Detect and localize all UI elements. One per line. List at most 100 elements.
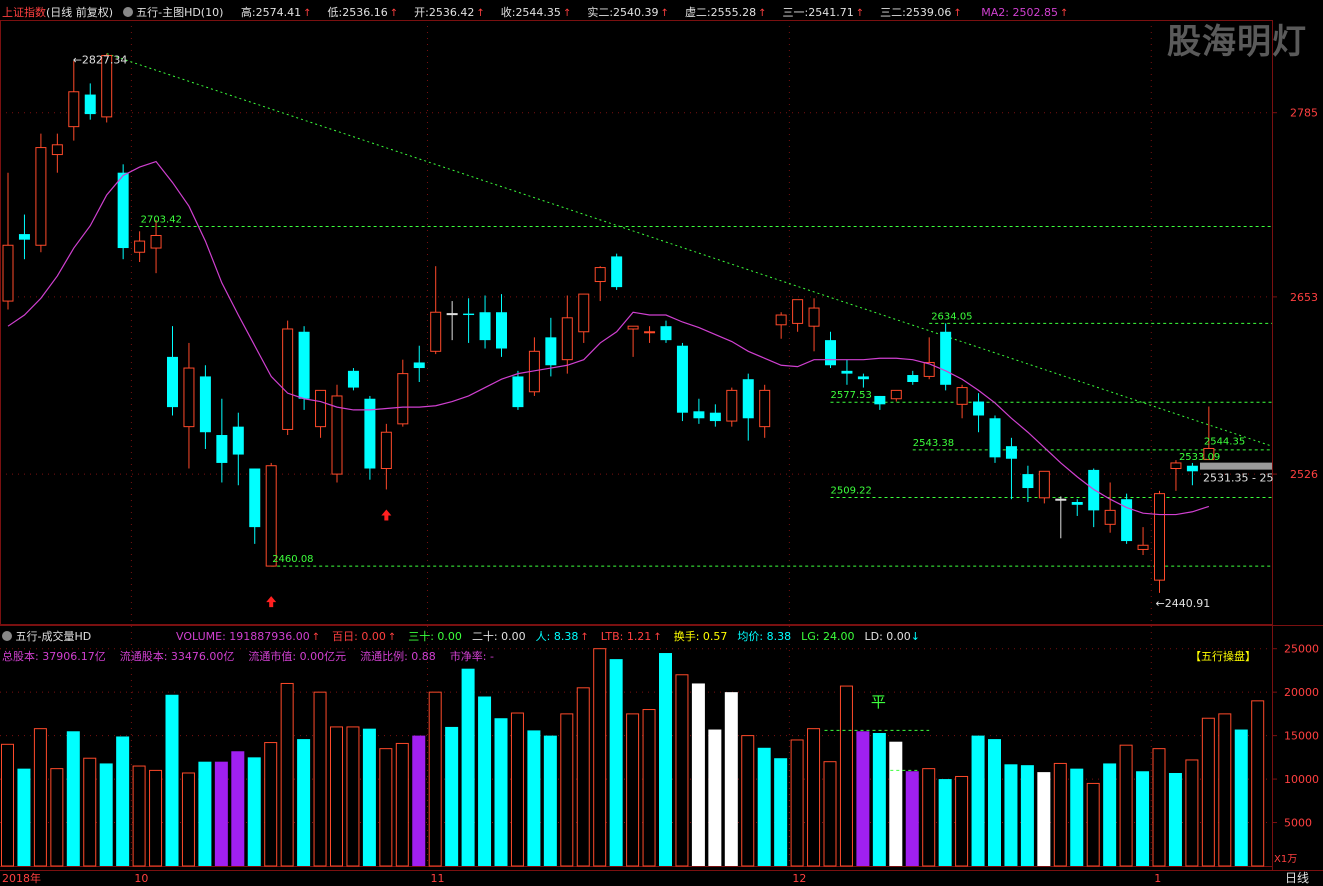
volume-bar xyxy=(198,761,212,866)
share-info-0: 总股本: 37906.17亿 xyxy=(2,650,106,663)
volume-bar xyxy=(165,694,179,866)
candle-body xyxy=(1038,470,1050,499)
volume-stat-9: LD: 0.00↓ xyxy=(864,630,920,643)
volume-bar xyxy=(988,739,1001,866)
price-range-bar xyxy=(1200,462,1272,470)
volume-tick-label: 10000 xyxy=(1284,773,1319,786)
volume-bar xyxy=(132,765,146,867)
volume-settings-icon[interactable] xyxy=(2,631,12,641)
volume-stat-1: 百日: 0.00 ↑ xyxy=(332,630,397,643)
volume-bar xyxy=(478,696,492,866)
candle-body xyxy=(545,337,557,366)
main-frame xyxy=(0,20,1273,625)
candle-body xyxy=(792,299,804,324)
candle-body xyxy=(1154,493,1165,581)
up-arrow-icon: ↑ xyxy=(387,632,397,643)
candle-body xyxy=(1005,446,1017,459)
level-label: 2577.53 xyxy=(831,390,872,401)
volume-bar xyxy=(593,648,607,867)
volume-bar xyxy=(428,691,442,867)
candle-body xyxy=(298,331,310,399)
candle-body xyxy=(660,326,672,341)
candle-body xyxy=(150,234,162,249)
up-arrow-icon: ↑ xyxy=(580,632,589,643)
buy-signal-arrow-icon xyxy=(266,596,277,608)
candle-body xyxy=(479,312,491,341)
y-tick-label: 2526 xyxy=(1290,468,1318,481)
ma2-line xyxy=(7,160,1210,516)
candle-body xyxy=(742,379,754,419)
volume-bar xyxy=(839,685,853,867)
volume-bar xyxy=(66,731,80,866)
candle-body xyxy=(199,376,211,433)
candle-body xyxy=(1022,474,1034,489)
volume-stat-4: 人: 8.38 ↑ xyxy=(535,630,589,643)
strategy-badge[interactable]: 【五行操盘】 xyxy=(1190,648,1256,664)
volume-bar xyxy=(774,758,788,866)
candle-body xyxy=(611,256,623,288)
volume-bar xyxy=(675,674,689,867)
candle-body xyxy=(923,361,935,377)
volume-stat-7: 均价: 8.38 xyxy=(737,630,792,643)
candle-body xyxy=(18,234,30,240)
volume-bar xyxy=(1086,782,1100,867)
volume-unit-label: X1万 xyxy=(1274,854,1297,865)
candle-body xyxy=(644,331,656,334)
up-arrow-icon: ↑ xyxy=(653,632,662,643)
volume-stat-6: 换手: 0.57 xyxy=(673,630,728,643)
volume-bar xyxy=(905,771,919,866)
volume-bar xyxy=(1218,713,1232,867)
volume-bar xyxy=(1185,759,1199,867)
volume-bar xyxy=(1201,717,1215,867)
buy-signal-arrow-icon xyxy=(381,509,392,521)
candle-body xyxy=(413,362,425,369)
candle-body xyxy=(693,411,705,419)
volume-bar xyxy=(461,668,475,866)
level-label: 2509.22 xyxy=(831,486,872,497)
volume-bar xyxy=(741,735,755,867)
candle-body xyxy=(676,345,688,413)
volume-stats: VOLUME: 191887936.00 ↑ 百日: 0.00 ↑ 三十: 0.00 二十… xyxy=(176,628,930,644)
candle-body xyxy=(825,340,836,366)
volume-bar xyxy=(527,730,541,866)
volume-bar xyxy=(362,728,376,866)
candlestick-chart[interactable]: 2785 2653 2526 ←2827.34 2703.42 2634.05 2577.5… xyxy=(0,0,1323,886)
volume-bar xyxy=(938,779,952,866)
candle-body xyxy=(463,313,475,316)
volume-bar xyxy=(872,733,886,866)
volume-bar xyxy=(576,687,590,867)
volume-tick-label: 15000 xyxy=(1284,730,1319,743)
volume-bar xyxy=(823,761,837,867)
volume-stat-5: LTB: 1.21 ↑ xyxy=(600,630,662,643)
volume-bar xyxy=(264,742,278,867)
share-info-1: 流通股本: 33476.00亿 xyxy=(119,650,235,663)
volume-bar xyxy=(659,653,672,866)
volume-bar xyxy=(1004,764,1018,866)
candle-body xyxy=(249,468,261,528)
y-tick-label: 2785 xyxy=(1290,107,1318,120)
volume-bar xyxy=(412,735,426,866)
down-arrow-icon: ↓ xyxy=(910,630,920,643)
volume-bar xyxy=(543,735,557,866)
candle-body xyxy=(84,94,96,115)
volume-bar xyxy=(1103,763,1117,866)
volume-bar xyxy=(1136,771,1150,866)
volume-title[interactable]: 五行-成交量HD xyxy=(16,630,92,643)
candle-body xyxy=(775,314,787,326)
volume-bar xyxy=(1070,768,1084,866)
volume-bar xyxy=(971,735,985,866)
volume-bar xyxy=(807,728,821,867)
low-level-label: 2460.08 xyxy=(272,554,313,565)
candle-body xyxy=(808,307,820,327)
candle-body xyxy=(561,317,573,361)
candle-body xyxy=(397,373,409,425)
date-label: 1 xyxy=(1154,872,1161,885)
candle-body xyxy=(874,395,886,405)
candle-body xyxy=(1055,498,1067,501)
candle-body xyxy=(2,244,14,302)
level-label: 2533.09 xyxy=(1179,452,1220,463)
candle-body xyxy=(430,311,442,352)
level-label: 2544.35 xyxy=(1204,436,1245,447)
candle-body xyxy=(134,240,146,253)
volume-bar xyxy=(691,683,705,866)
